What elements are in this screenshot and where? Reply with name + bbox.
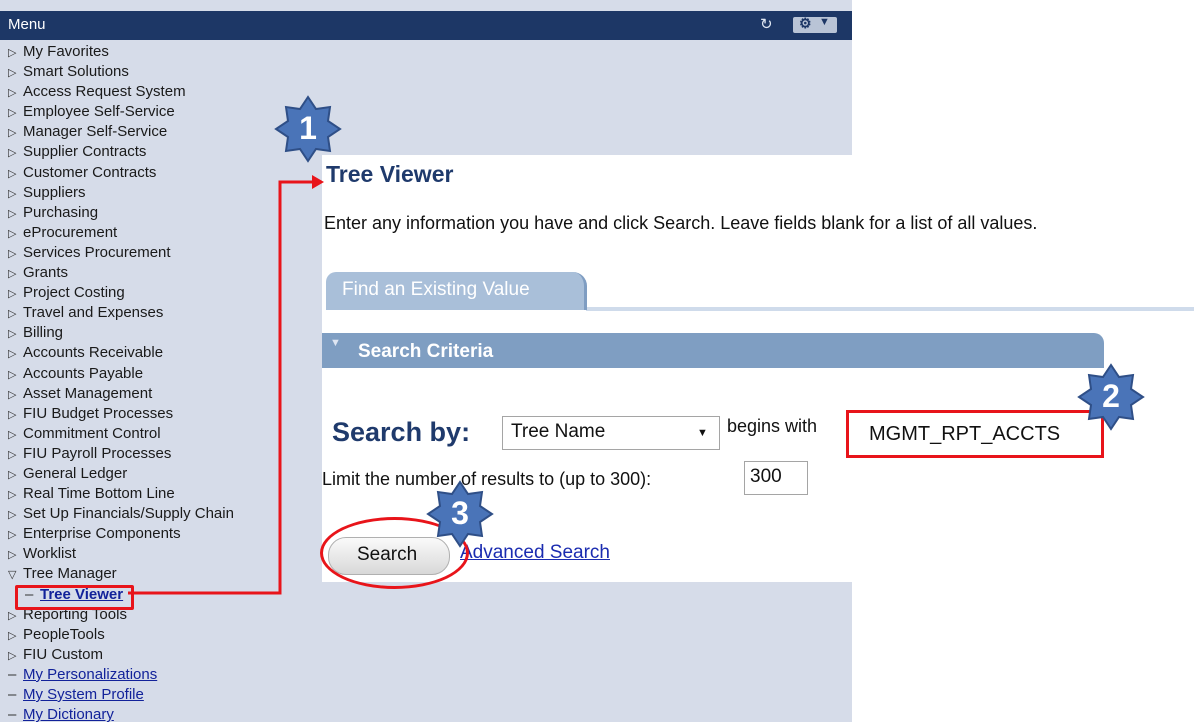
callout-arrow [128,175,324,595]
step-badge-2: 2 [1077,363,1145,431]
step-badge-1: 1 [274,95,342,163]
step-badge-3: 3 [426,480,494,548]
